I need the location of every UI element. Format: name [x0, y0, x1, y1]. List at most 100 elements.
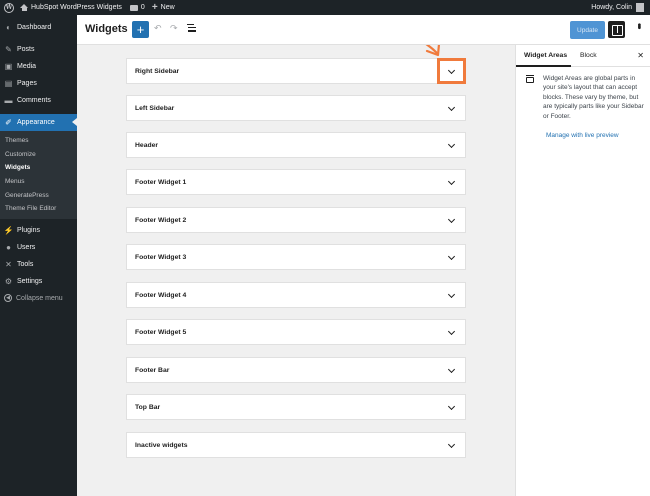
submenu-item-menus[interactable]: Menus	[0, 175, 77, 189]
sidebar-item-label: Settings	[17, 277, 43, 285]
chevron-down-icon[interactable]	[447, 177, 456, 186]
submenu-item-generatepress[interactable]: GeneratePress	[0, 188, 77, 202]
wrench-icon: ✕	[5, 259, 12, 269]
redo-icon[interactable]: ↷	[170, 23, 178, 34]
chevron-down-icon[interactable]	[447, 327, 456, 336]
collapse-menu-button[interactable]: ◀ Collapse menu	[0, 290, 77, 307]
pin-icon: ✎	[5, 45, 12, 54]
sidebar-item-label: Pages	[17, 80, 37, 87]
sidebar-item-label: Appearance	[17, 119, 55, 126]
submenu-item-theme-file-editor[interactable]: Theme File Editor	[0, 202, 77, 216]
new-content-link[interactable]: + New	[152, 2, 175, 13]
plug-icon: ⚡	[3, 225, 14, 235]
add-block-button[interactable]: +	[132, 21, 149, 38]
comments-link[interactable]: 0	[129, 4, 145, 11]
widget-area-header[interactable]: Header	[126, 132, 466, 158]
widget-area-top-bar[interactable]: Top Bar	[126, 394, 466, 420]
widget-area-label: Footer Widget 1	[135, 178, 187, 186]
sidebar-item-plugins[interactable]: ⚡ Plugins	[0, 222, 77, 239]
widget-area-inactive[interactable]: Inactive widgets	[126, 432, 466, 458]
widget-areas-description: Widget Areas are global parts in your si…	[543, 75, 644, 120]
more-options-icon[interactable]: •••	[633, 23, 644, 28]
sidebar-item-tools[interactable]: ✕ Tools	[0, 256, 77, 273]
close-icon[interactable]: ✕	[637, 51, 644, 60]
submenu-item-customize[interactable]: Customize	[0, 148, 77, 162]
page-icon: ▤	[4, 79, 13, 88]
admin-sidebar: ◐ Dashboard ✎ Posts ▣ Media ▤ Pages ▬ Co…	[0, 15, 77, 496]
sidebar-item-appearance[interactable]: ✐ Appearance	[0, 114, 77, 131]
sidebar-item-label: Media	[17, 63, 37, 70]
submenu-item-widgets[interactable]: Widgets	[0, 161, 77, 175]
media-icon: ▣	[4, 62, 13, 71]
sidebar-item-label: Tools	[17, 260, 34, 268]
sidebar-item-settings[interactable]: ⚙ Settings	[0, 273, 77, 290]
appearance-submenu: Themes Customize Widgets Menus GenerateP…	[0, 131, 77, 219]
sidebar-item-dashboard[interactable]: ◐ Dashboard	[0, 19, 77, 36]
sidebar-item-pages[interactable]: ▤ Pages	[0, 75, 77, 92]
howdy-text: Howdy, Colin	[591, 4, 632, 11]
widget-area-label: Footer Bar	[135, 366, 170, 374]
widget-area-icon	[526, 75, 534, 83]
widget-areas-canvas: Right Sidebar Left Sidebar Header Footer…	[77, 45, 515, 496]
page-title: Widgets	[85, 23, 128, 35]
widget-area-label: Footer Widget 4	[135, 291, 187, 299]
new-label: New	[160, 4, 175, 11]
widget-area-label: Top Bar	[135, 403, 161, 411]
widget-area-label: Footer Widget 5	[135, 328, 187, 336]
site-name: HubSpot WordPress Widgets	[31, 4, 122, 11]
sidebar-item-users[interactable]: ● Users	[0, 239, 77, 256]
undo-icon[interactable]: ↶	[154, 23, 162, 34]
widget-area-label: Footer Widget 3	[135, 253, 187, 261]
comment-icon: ▬	[4, 96, 13, 105]
widget-area-label: Footer Widget 2	[135, 216, 187, 224]
sidebar-item-comments[interactable]: ▬ Comments	[0, 92, 77, 109]
widget-area-label: Right Sidebar	[135, 67, 180, 75]
chevron-down-icon[interactable]	[447, 365, 456, 374]
wordpress-logo-icon[interactable]: W	[4, 2, 14, 13]
sidebar-item-label: Dashboard	[17, 24, 52, 31]
widget-area-label: Left Sidebar	[135, 104, 175, 112]
editor-header: Widgets + ↶ ↷ Update •••	[77, 15, 650, 45]
chevron-down-icon[interactable]	[447, 402, 456, 411]
settings-sidebar-toggle-icon[interactable]	[608, 21, 625, 38]
sidebar-item-label: Plugins	[17, 226, 40, 234]
home-icon	[20, 4, 28, 11]
list-view-icon[interactable]	[187, 24, 196, 33]
collapse-menu-label: Collapse menu	[16, 294, 63, 302]
annotation-arrow-icon	[425, 45, 441, 57]
widget-area-footer-5[interactable]: Footer Widget 5	[126, 319, 466, 345]
chevron-down-icon[interactable]	[447, 290, 456, 299]
chevron-down-icon[interactable]	[447, 215, 456, 224]
comment-bubble-icon	[129, 4, 138, 11]
widget-area-footer-2[interactable]: Footer Widget 2	[126, 207, 466, 233]
sidebar-item-posts[interactable]: ✎ Posts	[0, 41, 77, 58]
settings-icon: ⚙	[4, 276, 13, 286]
widget-area-label: Inactive widgets	[135, 441, 188, 449]
panel-tabs: Widget Areas Block ✕	[516, 45, 650, 67]
site-name-link[interactable]: HubSpot WordPress Widgets	[20, 4, 122, 11]
sidebar-item-media[interactable]: ▣ Media	[0, 58, 77, 75]
manage-live-preview-link[interactable]: Manage with live preview	[546, 132, 619, 139]
collapse-arrow-icon: ◀	[4, 294, 12, 303]
widget-area-left-sidebar[interactable]: Left Sidebar	[126, 95, 466, 121]
tab-block[interactable]: Block	[580, 52, 597, 59]
brush-icon: ✐	[5, 118, 12, 127]
chevron-down-icon[interactable]	[447, 103, 456, 112]
widget-area-footer-3[interactable]: Footer Widget 3	[126, 244, 466, 270]
widget-area-footer-1[interactable]: Footer Widget 1	[126, 169, 466, 195]
sidebar-item-label: Posts	[17, 46, 35, 53]
sidebar-item-label: Comments	[17, 97, 51, 104]
user-icon: ●	[6, 242, 11, 252]
widget-area-footer-bar[interactable]: Footer Bar	[126, 357, 466, 383]
submenu-item-themes[interactable]: Themes	[0, 134, 77, 148]
settings-panel: Widget Areas Block ✕ Widget Areas are gl…	[515, 45, 650, 496]
chevron-down-icon[interactable]	[447, 252, 456, 261]
chevron-down-icon[interactable]	[447, 140, 456, 149]
widget-area-footer-4[interactable]: Footer Widget 4	[126, 282, 466, 308]
update-button[interactable]: Update	[570, 21, 605, 39]
active-tab-indicator	[516, 65, 571, 67]
avatar	[636, 3, 644, 12]
chevron-down-icon[interactable]	[447, 440, 456, 449]
account-menu[interactable]: Howdy, Colin	[591, 0, 644, 15]
tab-widget-areas[interactable]: Widget Areas	[524, 52, 567, 59]
